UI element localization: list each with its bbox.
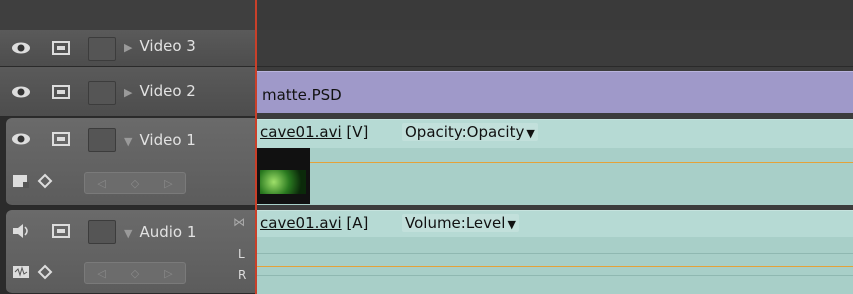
sync-lock-icon[interactable] bbox=[50, 38, 72, 58]
track-lock-toggle[interactable] bbox=[88, 37, 116, 61]
effect-dropdown[interactable]: Opacity:Opacity ▼ bbox=[402, 123, 538, 141]
add-keyframe-icon[interactable]: ◇ bbox=[131, 177, 139, 190]
track-lock-toggle[interactable] bbox=[88, 220, 116, 244]
sync-lock-icon[interactable] bbox=[50, 82, 72, 102]
clip-tag: [A] bbox=[346, 214, 369, 232]
volume-keyframe-line[interactable] bbox=[256, 266, 853, 267]
playhead-line[interactable] bbox=[255, 0, 257, 294]
sync-lock-icon[interactable] bbox=[50, 129, 72, 149]
stereo-indicator-icon: ⋈ bbox=[233, 215, 245, 229]
prev-keyframe-icon[interactable]: ◁ bbox=[97, 177, 105, 190]
track-header-video1[interactable]: ▼ Video 1 ◁ ◇ ▷ bbox=[6, 118, 256, 206]
keyframe-navigator[interactable]: ◁ ◇ ▷ bbox=[84, 172, 186, 194]
add-keyframe-icon[interactable]: ◇ bbox=[131, 267, 139, 280]
keyframe-diamond-icon[interactable] bbox=[34, 171, 56, 191]
eye-icon[interactable] bbox=[10, 38, 32, 58]
right-channel-label: R bbox=[238, 268, 247, 282]
sync-lock-icon[interactable] bbox=[50, 221, 72, 241]
track-lock-toggle[interactable] bbox=[88, 128, 116, 152]
clip-cave01-audio[interactable]: cave01.avi [A] Volume:Level ▼ bbox=[256, 210, 853, 294]
expand-triangle-icon[interactable]: ▶ bbox=[124, 41, 132, 54]
track-lock-toggle[interactable] bbox=[88, 81, 116, 105]
video-thumbnail bbox=[256, 148, 310, 204]
collapse-triangle-icon[interactable]: ▼ bbox=[124, 227, 132, 240]
waveform-display-icon[interactable] bbox=[10, 262, 32, 282]
keyframe-navigator[interactable]: ◁ ◇ ▷ bbox=[84, 262, 186, 284]
left-channel-label: L bbox=[238, 247, 245, 261]
track-name: ▼ Audio 1 bbox=[124, 223, 197, 241]
clip-matte[interactable]: matte.PSD bbox=[256, 71, 853, 113]
clip-file-name: cave01.avi bbox=[260, 214, 342, 232]
collapse-triangle-icon[interactable]: ▼ bbox=[124, 135, 132, 148]
next-keyframe-icon[interactable]: ▷ bbox=[164, 177, 172, 190]
clip-name: matte.PSD bbox=[262, 86, 342, 104]
next-keyframe-icon[interactable]: ▷ bbox=[164, 267, 172, 280]
prev-keyframe-icon[interactable]: ◁ bbox=[97, 267, 105, 280]
keyframe-diamond-icon[interactable] bbox=[34, 262, 56, 282]
track-name: ▶ Video 2 bbox=[124, 82, 196, 100]
display-style-icon[interactable] bbox=[10, 171, 32, 191]
track-header-video2[interactable]: ▶ Video 2 bbox=[0, 67, 256, 117]
clip-cave01-video[interactable]: cave01.avi [V] Opacity:Opacity ▼ bbox=[256, 119, 853, 205]
eye-icon[interactable] bbox=[10, 129, 32, 149]
clip-label: cave01.avi [V] bbox=[260, 123, 368, 141]
track-name: ▼ Video 1 bbox=[124, 131, 196, 149]
track-header-audio1[interactable]: ▼ Audio 1 ⋈ L R ◁ ◇ ▷ bbox=[6, 210, 256, 294]
lane-video1[interactable]: cave01.avi [V] Opacity:Opacity ▼ bbox=[256, 117, 853, 210]
opacity-keyframe-line[interactable] bbox=[256, 162, 853, 163]
track-header-video3[interactable]: ▶ Video 3 bbox=[0, 30, 256, 67]
dropdown-arrow-icon: ▼ bbox=[507, 218, 516, 231]
clip-file-name: cave01.avi bbox=[260, 123, 342, 141]
expand-triangle-icon[interactable]: ▶ bbox=[124, 86, 132, 99]
track-name: ▶ Video 3 bbox=[124, 37, 196, 55]
speaker-icon[interactable] bbox=[10, 221, 32, 241]
eye-icon[interactable] bbox=[10, 82, 32, 102]
lane-video2[interactable]: matte.PSD bbox=[256, 67, 853, 117]
clip-label: cave01.avi [A] bbox=[260, 214, 368, 232]
dropdown-arrow-icon: ▼ bbox=[526, 127, 535, 140]
clip-tag: [V] bbox=[346, 123, 369, 141]
effect-dropdown[interactable]: Volume:Level ▼ bbox=[402, 214, 519, 232]
lane-audio1[interactable]: cave01.avi [A] Volume:Level ▼ bbox=[256, 210, 853, 294]
lane-video3[interactable] bbox=[256, 30, 853, 67]
